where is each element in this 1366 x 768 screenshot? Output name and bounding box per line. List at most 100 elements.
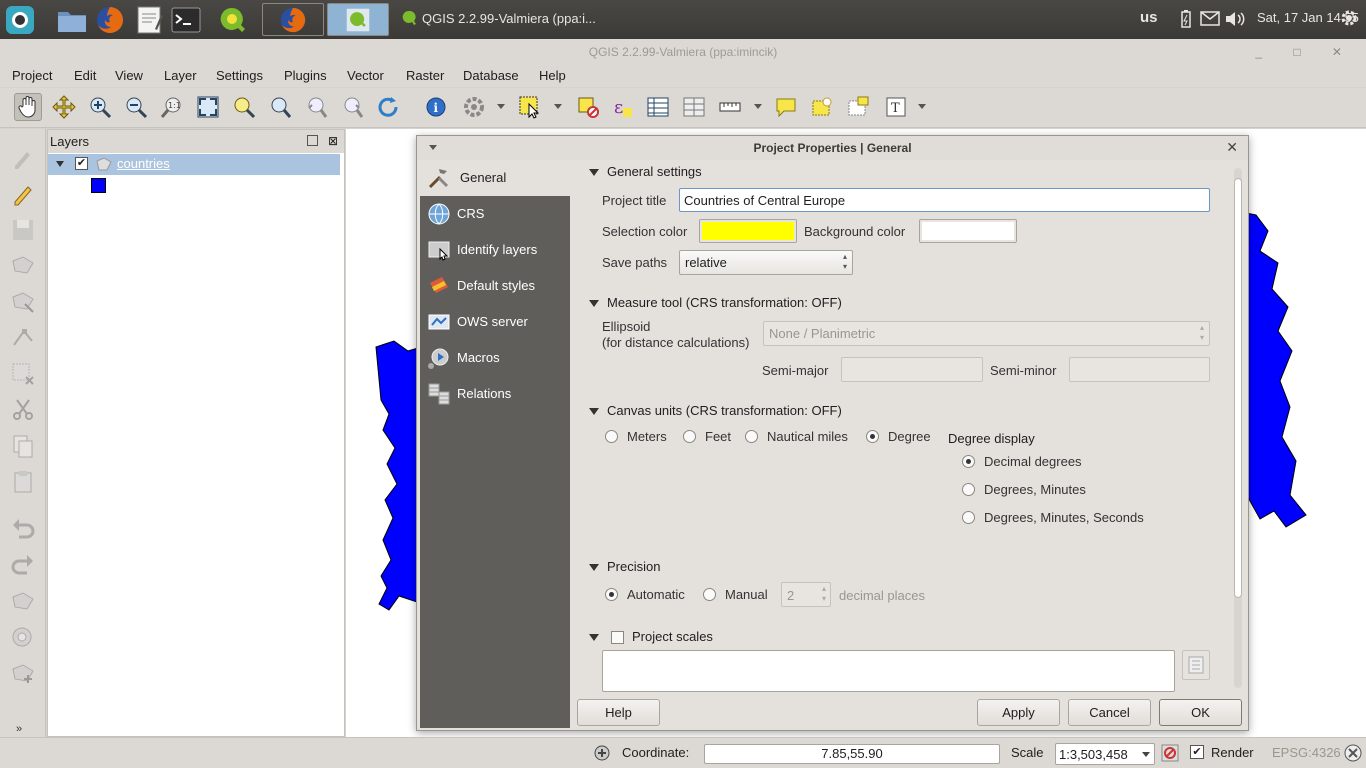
menu-settings[interactable]: Settings [216,68,263,83]
measure-tool-header[interactable]: Measure tool (CRS transformation: OFF) [589,295,842,310]
map-tips-icon[interactable] [772,93,800,121]
attribute-table-icon[interactable] [644,93,672,121]
task-firefox-button[interactable] [262,3,324,36]
battery-icon[interactable] [1180,9,1192,32]
menu-help[interactable]: Help [539,68,566,83]
nav-identify-layers[interactable]: Identify layers [420,232,570,268]
dialog-scrollbar[interactable] [1234,168,1242,688]
task-qgis-button[interactable] [327,3,389,36]
general-settings-header[interactable]: General settings [589,164,702,179]
current-edits-icon[interactable] [10,145,36,171]
field-calculator-icon[interactable]: ε [608,93,636,121]
nautical-miles-radio[interactable] [745,430,758,443]
show-bookmarks-icon[interactable] [844,93,872,121]
undo-icon[interactable] [10,517,36,543]
zoom-last-icon[interactable] [302,93,330,121]
volume-icon[interactable] [1224,10,1246,31]
semi-major-input[interactable] [841,357,983,382]
project-scales-header[interactable]: Project scales [589,629,713,645]
canvas-units-header[interactable]: Canvas units (CRS transformation: OFF) [589,403,842,418]
project-title-input[interactable]: Countries of Central Europe [679,188,1210,212]
firefox-icon[interactable] [94,4,126,36]
simplify-feature-icon[interactable] [10,589,36,615]
scale-combo[interactable]: 1:3,503,458 [1055,743,1155,765]
degree-radio[interactable] [866,430,879,443]
refresh-icon[interactable] [374,93,402,121]
help-button[interactable]: Help [577,699,660,726]
save-paths-select[interactable]: relative ▴ ▾ [679,250,853,275]
automatic-radio[interactable] [605,588,618,601]
nav-macros[interactable]: Macros [420,340,570,376]
crs-status[interactable]: EPSG:4326 [1272,745,1341,760]
pan-hand-icon[interactable] [14,93,42,121]
meters-radio[interactable] [605,430,618,443]
zoom-native-icon[interactable]: 1:1 [158,93,186,121]
redo-icon[interactable] [10,553,36,579]
pan-to-selection-icon[interactable] [50,93,78,121]
scrollbar-thumb[interactable] [1234,178,1242,598]
delete-selected-icon[interactable] [10,361,36,387]
text-annotation-icon[interactable]: T [882,93,910,121]
degrees-minutes-seconds-radio[interactable] [962,511,975,524]
selection-color-button[interactable] [699,219,797,243]
zoom-to-selection-icon[interactable] [230,93,258,121]
menu-database[interactable]: Database [463,68,519,83]
measure-line-icon[interactable] [716,93,744,121]
select-dropdown-arrow[interactable] [554,104,562,109]
menu-view[interactable]: View [115,68,143,83]
ubuntu-home-icon[interactable] [4,4,36,36]
menu-plugins[interactable]: Plugins [284,68,327,83]
nav-default-styles[interactable]: Default styles [420,268,570,304]
decimal-degrees-radio[interactable] [962,455,975,468]
cut-features-icon[interactable] [10,397,36,423]
measure-dropdown-arrow[interactable] [754,104,762,109]
add-ring-icon[interactable] [10,625,36,651]
background-color-button[interactable] [919,219,1017,243]
apply-button[interactable]: Apply [977,699,1060,726]
render-checkbox[interactable]: ✔ [1190,745,1204,759]
float-panel-icon[interactable] [307,135,318,146]
action-dropdown-arrow[interactable] [497,104,505,109]
decimal-places-spinbox[interactable]: 2 ▴ ▾ [781,582,831,607]
window-controls[interactable]: _ □ ✕ [1255,39,1356,65]
save-edits-icon[interactable] [10,217,36,243]
session-gear-icon[interactable] [1340,9,1358,30]
dialog-menu-chevron-icon[interactable] [429,145,437,150]
mail-icon[interactable] [1200,11,1220,29]
toggle-editing-icon[interactable] [10,181,36,207]
project-scales-list[interactable] [602,650,1175,692]
manual-radio[interactable] [703,588,716,601]
nav-relations[interactable]: Relations [420,376,570,412]
cancel-button[interactable]: Cancel [1068,699,1151,726]
menu-edit[interactable]: Edit [74,68,96,83]
coordinate-input[interactable]: 7.85,55.90 [704,744,1000,764]
zoom-next-icon[interactable] [338,93,366,121]
menu-layer[interactable]: Layer [164,68,197,83]
feet-radio[interactable] [683,430,696,443]
zoom-to-layer-icon[interactable] [266,93,294,121]
layer-visibility-checkbox[interactable]: ✔ [75,157,88,170]
copy-features-icon[interactable] [10,433,36,459]
move-feature-icon[interactable] [10,289,36,315]
stop-render-icon[interactable] [1161,744,1179,765]
new-bookmark-icon[interactable] [808,93,836,121]
project-scales-checkbox[interactable] [611,631,624,645]
toolbar-more-chevron-icon[interactable]: » [16,723,22,735]
zoom-full-icon[interactable] [194,93,222,121]
statistics-icon[interactable] [680,93,708,121]
menu-raster[interactable]: Raster [406,68,444,83]
layer-row-countries[interactable]: ✔ countries [48,154,340,175]
ellipsoid-select[interactable]: None / Planimetric ▴ ▾ [763,321,1210,346]
qgis-launcher-icon[interactable] [216,4,248,36]
precision-header[interactable]: Precision [589,559,660,574]
identify-features-icon[interactable]: i [422,93,450,121]
add-feature-icon[interactable] [10,253,36,279]
action-gear-icon[interactable] [460,93,488,121]
zoom-out-icon[interactable] [122,93,150,121]
terminal-icon[interactable] [170,4,202,36]
expand-layer-chevron-icon[interactable] [56,161,64,167]
layer-name[interactable]: countries [117,156,170,171]
nav-general[interactable]: General [420,160,570,196]
keyboard-layout-indicator[interactable]: us [1140,9,1158,26]
annotation-dropdown-arrow[interactable] [918,104,926,109]
